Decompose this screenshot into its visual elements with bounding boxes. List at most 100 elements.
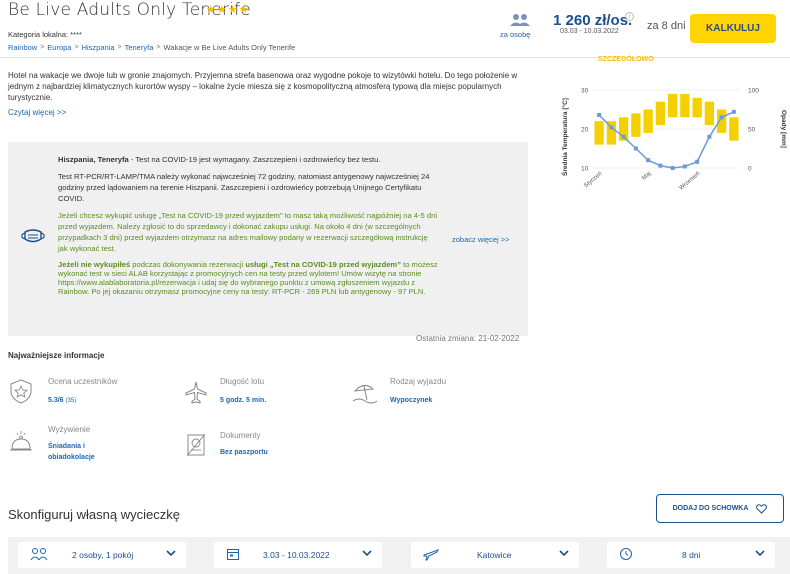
covid-paragraph-4: Jeżeli nie wykupiłeś podczas dokonywania… xyxy=(58,260,438,296)
breadcrumb-hiszpania[interactable]: Hiszpania xyxy=(82,43,115,52)
covid-paragraph-2: Test RT-PCR/RT-LAMP/TMA należy wykonać n… xyxy=(58,172,430,203)
chevron-down-icon xyxy=(362,550,372,557)
chart-title: SZCZEGÓŁOWO xyxy=(598,54,654,63)
flight-duration-label: Długość lotu xyxy=(220,377,265,386)
airplane-icon xyxy=(185,381,207,404)
breadcrumb: Rainbow > Europa > Hiszpania > Teneryfa … xyxy=(8,43,295,52)
dates-select[interactable]: 3.03 - 10.03.2022 xyxy=(214,542,382,568)
departure-select[interactable]: Katowice xyxy=(411,542,579,568)
temperature-bar xyxy=(643,109,653,133)
y-left-tick-label: 20 xyxy=(581,127,589,134)
add-to-clipboard-label: DODAJ DO SCHOWKA xyxy=(672,505,749,512)
duration-value: 8 dni xyxy=(682,550,701,560)
precipitation-point xyxy=(695,159,700,164)
shield-star-icon xyxy=(10,379,32,404)
see-more-link[interactable]: zobacz więcej >> xyxy=(452,235,510,244)
chevron-right-icon: > xyxy=(117,44,122,51)
breadcrumb-europa[interactable]: Europa xyxy=(47,43,71,52)
covid-paragraph-3: Jeżeli chcesz wykupić usługę „Test na CO… xyxy=(58,211,438,253)
trip-type-label: Rodzaj wyjazdu xyxy=(390,377,447,386)
precipitation-point xyxy=(731,109,736,114)
airplane-icon xyxy=(423,549,439,561)
y-axis-right-label: Opady [mm] xyxy=(780,110,787,148)
documents-label: Dokumenty xyxy=(220,431,261,440)
chevron-right-icon: > xyxy=(74,44,79,51)
covid-heading: Hiszpania, Teneryfa - Test na COVID-19 j… xyxy=(58,154,438,165)
meals-value-line-1: Śniadania i xyxy=(48,443,85,450)
temperature-bar xyxy=(655,101,666,126)
chevron-right-icon: > xyxy=(40,44,45,51)
temperature-bar xyxy=(704,101,715,126)
flight-duration-value: 5 godz. 5 min. xyxy=(220,397,267,404)
trip-type-value: Wypoczynek xyxy=(390,397,433,404)
calculate-button[interactable]: KALKULUJ xyxy=(690,14,776,43)
x-tick-label: Styczeń xyxy=(583,171,603,189)
face-mask-icon xyxy=(21,229,45,243)
temperature-bar xyxy=(729,117,739,141)
precipitation-point xyxy=(646,158,651,163)
food-cloche-icon xyxy=(10,431,32,451)
calendar-icon xyxy=(227,549,239,560)
days-count: za 8 dni xyxy=(647,20,686,32)
precipitation-point xyxy=(658,163,663,168)
meals-label: Wyżywienie xyxy=(48,425,91,434)
precipitation-point xyxy=(621,134,626,139)
temperature-bar xyxy=(631,113,641,137)
persons-value: 2 osoby, 1 pokój xyxy=(72,550,134,560)
y-right-tick-label: 100 xyxy=(748,88,759,95)
precipitation-point xyxy=(719,115,724,120)
dates-value: 3.03 - 10.03.2022 xyxy=(263,550,330,560)
chevron-down-icon xyxy=(755,550,765,557)
add-to-clipboard-button[interactable]: DODAJ DO SCHOWKA xyxy=(656,494,784,523)
rating-label: Ocena uczestników xyxy=(48,377,118,386)
read-more-link[interactable]: Czytaj więcej >> xyxy=(8,108,66,117)
x-tick-label: Wrzesień xyxy=(678,171,701,192)
star-rating: ★★★★ xyxy=(206,4,250,16)
duration-select[interactable]: 8 dni xyxy=(607,542,775,568)
temperature-bar xyxy=(692,97,702,118)
hotel-description: Hotel na wakacje we dwoje lub w gronie z… xyxy=(8,71,518,102)
x-tick-label: Maj xyxy=(641,171,652,182)
temperature-bar xyxy=(594,121,604,145)
climate-chart: SZCZEGÓŁOWO Średnia Temperatura [°C] Opa… xyxy=(560,54,787,192)
clock-icon xyxy=(620,548,632,560)
precipitation-point xyxy=(707,134,712,139)
per-person-label: za osobę xyxy=(500,30,531,39)
y-left-tick-label: 10 xyxy=(581,166,589,173)
price-dates: 03.03 - 10.03.2022 xyxy=(560,28,619,35)
persons-select[interactable]: 2 osoby, 1 pokój xyxy=(18,542,186,568)
chevron-down-icon xyxy=(166,550,176,557)
persons-icon xyxy=(510,14,530,26)
precipitation-point xyxy=(670,166,675,170)
key-info-title: Najważniejsze informacje xyxy=(8,351,105,360)
y-right-tick-label: 0 xyxy=(748,166,752,173)
temperature-bar xyxy=(667,93,678,118)
last-change-date: Ostatnia zmiana: 21-02-2022 xyxy=(416,334,520,343)
heart-icon xyxy=(756,503,768,514)
y-axis-left-label: Średnia Temperatura [°C] xyxy=(560,98,569,176)
chevron-right-icon: > xyxy=(156,44,161,51)
precipitation-point xyxy=(609,125,614,130)
rating-value: 5.3/6 (35) xyxy=(48,397,77,404)
configure-trip-title: Skonfiguruj własną wycieczkę xyxy=(8,507,180,522)
documents-value: Bez paszportu xyxy=(220,449,268,456)
chevron-down-icon xyxy=(559,550,569,557)
meals-value-line-2: obiadokolacje xyxy=(48,454,95,461)
breadcrumb-rainbow[interactable]: Rainbow xyxy=(8,43,37,52)
precipitation-point xyxy=(633,146,638,151)
group-icon xyxy=(30,548,48,561)
document-icon xyxy=(186,433,206,457)
precipitation-point xyxy=(597,112,602,117)
price: 1 260 zł/os. xyxy=(553,12,633,29)
local-category: Kategoria lokalna: **** xyxy=(8,30,82,39)
departure-value: Katowice xyxy=(477,550,512,560)
y-right-tick-label: 50 xyxy=(748,127,756,134)
covid-text: Hiszpania, Teneryfa - Test na COVID-19 j… xyxy=(58,154,438,302)
precipitation-point xyxy=(682,164,687,169)
temperature-bar xyxy=(680,93,690,118)
y-left-tick-label: 30 xyxy=(581,88,589,95)
info-icon[interactable]: i xyxy=(625,12,634,21)
beach-umbrella-icon xyxy=(352,385,378,404)
breadcrumb-teneryfa[interactable]: Teneryfa xyxy=(125,43,154,52)
breadcrumb-current: Wakacje w Be Live Adults Only Tenerife xyxy=(163,43,296,52)
